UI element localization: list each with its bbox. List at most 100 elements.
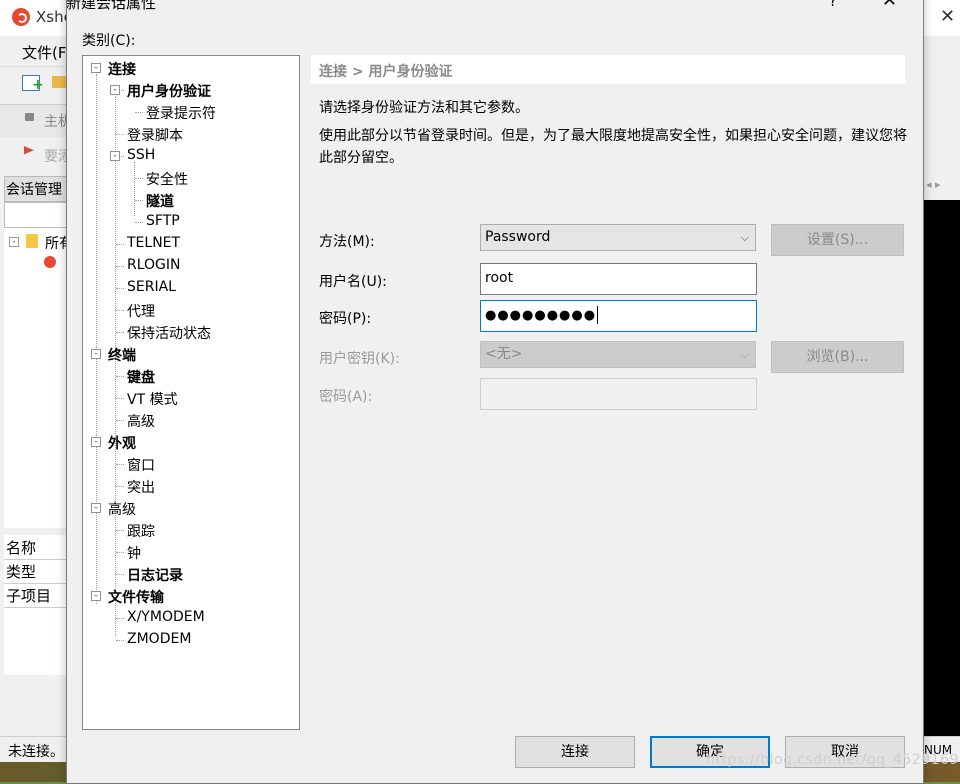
dialog-title: 新建会话属性 — [66, 0, 157, 12]
passphrase-label: 密码(A): — [319, 389, 373, 405]
section-description: 请选择身份验证方法和其它参数。 — [319, 100, 529, 116]
username-input[interactable]: root — [480, 263, 757, 295]
tree-item[interactable]: 隧道 — [146, 191, 174, 211]
help-icon[interactable]: ? — [829, 0, 837, 10]
tree-item[interactable]: SFTP — [146, 213, 180, 229]
session-filter-input[interactable] — [4, 202, 68, 228]
section-header: 连接 > 用户身份验证 — [319, 64, 453, 80]
tree-item[interactable]: 键盘 — [127, 367, 155, 387]
password-value: ●●●●●●●●● — [485, 308, 597, 323]
prop-row-type: 类型 — [4, 561, 68, 584]
prop-row-name: 名称 — [4, 537, 68, 560]
tree-line — [116, 134, 124, 135]
tree-expand-icon[interactable]: - — [91, 591, 101, 601]
tree-line — [116, 574, 124, 575]
tree-expand-icon[interactable]: - — [91, 437, 101, 447]
session-tree — [4, 228, 70, 528]
method-select[interactable]: Password ⌵ — [480, 224, 756, 251]
tree-item[interactable]: 登录脚本 — [127, 125, 183, 145]
password-label: 密码(P): — [319, 311, 372, 327]
tree-item[interactable]: 窗口 — [127, 455, 155, 475]
tree-item[interactable]: 钟 — [127, 543, 141, 563]
tree-item[interactable]: 高级 — [127, 411, 155, 431]
text-caret — [597, 306, 599, 324]
chevron-down-icon: ⌵ — [740, 348, 749, 361]
chevron-down-icon: ⌵ — [740, 231, 749, 244]
tree-line — [116, 266, 124, 267]
tree-line — [116, 618, 124, 619]
tree-expand-icon[interactable]: - — [110, 151, 120, 161]
tree-expand-icon[interactable]: - — [91, 503, 101, 513]
tree-item[interactable]: VT 模式 — [127, 389, 178, 409]
tree-line — [116, 530, 124, 531]
tree-item[interactable]: 终端 — [108, 345, 136, 365]
tree-line — [116, 398, 124, 399]
tree-line — [135, 222, 143, 223]
category-label: 类别(C): — [82, 33, 136, 49]
tree-line — [116, 552, 124, 553]
tree-item[interactable]: 用户身份验证 — [127, 81, 211, 101]
tree-item[interactable]: 外观 — [108, 433, 136, 453]
passphrase-input[interactable] — [480, 378, 757, 410]
user-key-label: 用户密钥(K): — [319, 351, 400, 367]
tree-item[interactable]: RLOGIN — [127, 257, 181, 273]
new-session-icon[interactable] — [22, 75, 44, 92]
tree-line — [135, 178, 143, 179]
tree-item[interactable]: 登录提示符 — [146, 103, 216, 123]
session-manager-title: 会话管理 — [6, 182, 62, 198]
settings-button[interactable]: 设置(S)... — [771, 224, 904, 256]
tree-item[interactable]: 代理 — [127, 301, 155, 321]
method-label: 方法(M): — [319, 234, 375, 250]
tree-item[interactable]: X/YMODEM — [127, 609, 205, 625]
tab-scroll-arrows[interactable]: ◂ ▸ — [922, 170, 960, 200]
browse-button[interactable]: 浏览(B)... — [771, 341, 904, 373]
method-value: Password — [485, 229, 551, 245]
status-text: 未连接。 — [8, 744, 64, 760]
dialog-close-icon[interactable]: ✕ — [882, 0, 897, 11]
password-input[interactable]: ●●●●●●●●● — [480, 300, 757, 332]
tree-line — [134, 162, 135, 216]
tab-arrows-icon[interactable]: ◂ ▸ — [926, 178, 941, 191]
tree-collapse-icon[interactable]: - — [9, 237, 19, 247]
xshell-close-icon[interactable]: ✕ — [940, 6, 955, 27]
tree-line — [135, 200, 143, 201]
username-value: root — [485, 270, 514, 286]
tree-line — [116, 420, 124, 421]
username-label: 用户名(U): — [319, 274, 387, 290]
user-key-select[interactable]: <无> ⌵ — [480, 341, 756, 368]
tree-line — [116, 640, 124, 641]
tree-item[interactable]: 日志记录 — [127, 565, 183, 585]
tree-line — [96, 74, 97, 604]
tree-item[interactable]: 连接 — [108, 59, 136, 79]
tree-item[interactable]: 文件传输 — [108, 587, 164, 607]
tree-line — [135, 112, 143, 113]
section-note: 使用此部分以节省登录时间。但是，为了最大限度地提高安全性，如果担心安全问题，建议… — [319, 128, 907, 166]
tree-line — [115, 96, 116, 636]
xshell-logo-icon — [12, 8, 30, 26]
tree-expand-icon[interactable]: - — [91, 63, 101, 73]
tree-line — [116, 244, 124, 245]
tree-line — [116, 486, 124, 487]
tree-line — [116, 332, 124, 333]
tree-expand-icon[interactable]: - — [91, 349, 101, 359]
tree-item[interactable]: 高级 — [108, 499, 136, 519]
tree-item[interactable]: 保持活动状态 — [127, 323, 211, 343]
terminal-area[interactable] — [922, 200, 960, 736]
prop-row-children: 子项目 — [4, 585, 68, 608]
user-key-value: <无> — [485, 346, 523, 362]
tree-line — [116, 464, 124, 465]
tree-item[interactable]: 安全性 — [146, 169, 188, 189]
connect-button[interactable]: 连接 — [515, 736, 635, 768]
lock-icon — [25, 113, 34, 121]
tree-item[interactable]: SERIAL — [127, 279, 176, 295]
folder-icon — [26, 234, 38, 248]
tree-item[interactable]: 突出 — [127, 477, 155, 497]
menu-file[interactable]: 文件(F — [22, 42, 66, 63]
session-icon[interactable] — [44, 256, 56, 268]
tree-item[interactable]: 跟踪 — [127, 521, 155, 541]
tree-expand-icon[interactable]: - — [110, 85, 120, 95]
tree-item[interactable]: SSH — [127, 147, 155, 163]
tree-line — [116, 376, 124, 377]
tree-item[interactable]: ZMODEM — [127, 631, 191, 647]
tree-item[interactable]: TELNET — [127, 235, 180, 251]
